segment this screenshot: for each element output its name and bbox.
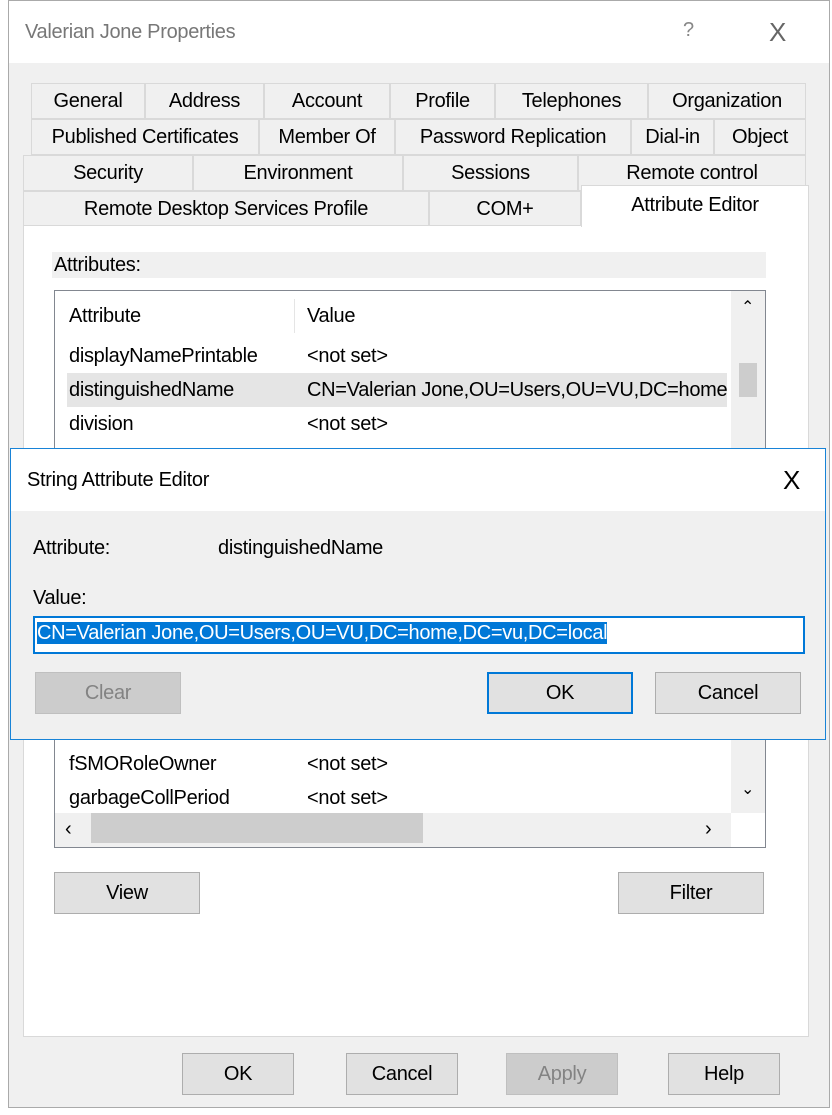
help-icon[interactable]: ? — [683, 19, 694, 42]
tab-profile[interactable]: Profile — [390, 83, 495, 119]
tab-dial-in[interactable]: Dial-in — [631, 119, 714, 155]
scroll-right-icon[interactable]: › — [705, 818, 712, 841]
attribute-name-value: distinguishedName — [218, 537, 383, 559]
apply-button[interactable]: Apply — [506, 1053, 618, 1095]
value-label: Value: — [33, 587, 87, 609]
attribute-name: fSMORoleOwner — [69, 752, 217, 775]
attribute-value: <not set> — [307, 344, 388, 367]
attribute-value: <not set> — [307, 752, 388, 775]
cancel-button[interactable]: Cancel — [346, 1053, 458, 1095]
help-button[interactable]: Help — [668, 1053, 780, 1095]
tab-account[interactable]: Account — [264, 83, 390, 119]
table-row[interactable]: division <not set> — [67, 407, 727, 441]
editor-title: String Attribute Editor — [27, 469, 210, 491]
tab-sessions[interactable]: Sessions — [403, 155, 578, 191]
window-title: Valerian Jone Properties — [25, 21, 236, 43]
clear-button[interactable]: Clear — [35, 672, 181, 714]
editor-cancel-button[interactable]: Cancel — [655, 672, 801, 714]
vertical-scroll-thumb[interactable] — [739, 363, 757, 397]
tab-security[interactable]: Security — [23, 155, 193, 191]
attribute-value: <not set> — [307, 412, 388, 435]
filter-button[interactable]: Filter — [618, 872, 764, 914]
tab-member-of[interactable]: Member Of — [259, 119, 395, 155]
view-button[interactable]: View — [54, 872, 200, 914]
string-attribute-editor-dialog: String Attribute Editor X Attribute: dis… — [10, 448, 826, 740]
table-row[interactable]: fSMORoleOwner <not set> — [67, 747, 727, 781]
tab-general[interactable]: General — [31, 83, 145, 119]
attribute-label: Attribute: — [33, 537, 111, 559]
attribute-name: garbageCollPeriod — [69, 786, 230, 809]
column-header-value[interactable]: Value — [295, 305, 355, 328]
scroll-down-icon[interactable]: ⌄ — [741, 779, 754, 799]
editor-ok-button[interactable]: OK — [487, 672, 633, 714]
editor-title-bar: String Attribute Editor X — [11, 449, 825, 511]
attribute-name: distinguishedName — [69, 378, 234, 401]
list-header: Attribute Value — [55, 299, 731, 333]
value-text-selected: CN=Valerian Jone,OU=Users,OU=VU,DC=home,… — [37, 622, 608, 644]
table-row[interactable]: distinguishedName CN=Valerian Jone,OU=Use… — [67, 373, 727, 407]
tab-com-plus[interactable]: COM+ — [429, 191, 581, 227]
table-row[interactable]: garbageCollPeriod <not set> — [67, 781, 727, 815]
close-icon[interactable]: X — [769, 17, 786, 48]
value-input[interactable]: CN=Valerian Jone,OU=Users,OU=VU,DC=home,… — [33, 616, 805, 654]
attribute-value: CN=Valerian Jone,OU=Users,OU=VU,DC=home,… — [307, 378, 727, 401]
attributes-label: Attributes: — [52, 252, 766, 278]
tab-organization[interactable]: Organization — [648, 83, 806, 119]
tab-published-certificates[interactable]: Published Certificates — [31, 119, 259, 155]
tab-attribute-editor[interactable]: Attribute Editor — [581, 185, 809, 227]
attribute-name: division — [69, 412, 134, 435]
title-bar: Valerian Jone Properties ? X — [9, 1, 829, 63]
horizontal-scroll-thumb[interactable] — [91, 813, 423, 843]
horizontal-scrollbar[interactable]: ‹ › — [55, 813, 731, 847]
scroll-left-icon[interactable]: ‹ — [65, 818, 72, 841]
column-header-attribute[interactable]: Attribute — [55, 299, 295, 333]
tab-password-replication[interactable]: Password Replication — [395, 119, 631, 155]
tab-environment[interactable]: Environment — [193, 155, 403, 191]
tab-remote-desktop-services-profile[interactable]: Remote Desktop Services Profile — [23, 191, 429, 227]
close-icon[interactable]: X — [783, 465, 800, 496]
ok-button[interactable]: OK — [182, 1053, 294, 1095]
attribute-value: <not set> — [307, 786, 388, 809]
tab-telephones[interactable]: Telephones — [495, 83, 648, 119]
tab-address[interactable]: Address — [145, 83, 264, 119]
attribute-name: displayNamePrintable — [69, 344, 258, 367]
table-row[interactable]: displayNamePrintable <not set> — [67, 339, 727, 373]
scroll-up-icon[interactable]: ⌃ — [741, 297, 754, 317]
tab-object[interactable]: Object — [714, 119, 806, 155]
